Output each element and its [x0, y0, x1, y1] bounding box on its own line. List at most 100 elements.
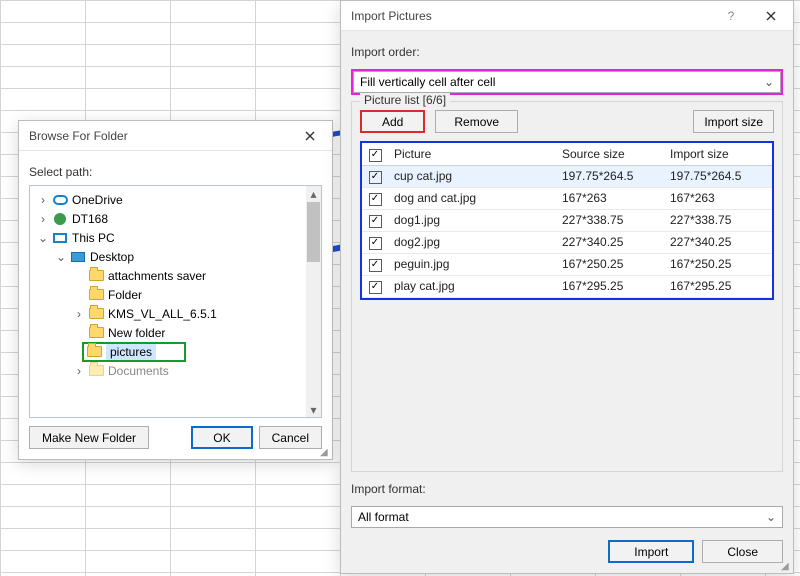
- tree-item-onedrive[interactable]: › OneDrive: [32, 190, 304, 209]
- select-all-checkbox[interactable]: ✓: [369, 149, 382, 162]
- row-checkbox[interactable]: ✓: [369, 237, 382, 250]
- folder-icon: [88, 268, 104, 284]
- col-picture[interactable]: Picture: [388, 143, 556, 165]
- chevron-right-icon: ›: [72, 307, 86, 321]
- tree-label: Desktop: [90, 250, 134, 264]
- row-checkbox[interactable]: ✓: [369, 171, 382, 184]
- tree-item-desktop[interactable]: ⌄ Desktop: [32, 247, 304, 266]
- tree-item-attachments-saver[interactable]: attachments saver: [32, 266, 304, 285]
- cell-picture: dog2.jpg: [388, 231, 556, 253]
- col-source[interactable]: Source size: [556, 143, 664, 165]
- dialog-title: Import Pictures: [351, 9, 432, 23]
- tree-item-documents[interactable]: › Documents: [32, 361, 304, 380]
- table-row[interactable]: ✓dog and cat.jpg167*263167*263: [362, 187, 772, 209]
- cell-import: 167*295.25: [664, 275, 772, 297]
- cell-source: 167*295.25: [556, 275, 664, 297]
- scroll-up-icon[interactable]: ▴: [310, 186, 316, 201]
- tree-label: pictures: [106, 344, 156, 360]
- tree-label: attachments saver: [108, 269, 206, 283]
- tree-item-dt168[interactable]: › DT168: [32, 209, 304, 228]
- chevron-down-icon: ⌄: [764, 75, 774, 89]
- picture-table: ✓ Picture Source size Import size ✓ cup c…: [360, 141, 774, 300]
- help-button[interactable]: ?: [713, 1, 749, 31]
- folder-icon: [88, 287, 104, 303]
- cell-import: 227*338.75: [664, 209, 772, 231]
- titlebar: Import Pictures ?: [341, 1, 793, 31]
- browse-for-folder-dialog: Browse For Folder Select path: › OneDriv…: [18, 120, 333, 460]
- close-dialog-button[interactable]: Close: [702, 540, 783, 563]
- import-order-label: Import order:: [351, 45, 783, 59]
- tree-item-this-pc[interactable]: ⌄ This PC: [32, 228, 304, 247]
- folder-tree: › OneDrive › DT168 ⌄ This PC ⌄ D: [29, 185, 322, 418]
- row-checkbox[interactable]: ✓: [369, 281, 382, 294]
- import-order-select[interactable]: Fill vertically cell after cell ⌄: [353, 71, 781, 93]
- select-value: Fill vertically cell after cell: [360, 75, 495, 89]
- table-row[interactable]: ✓dog1.jpg227*338.75227*338.75: [362, 209, 772, 231]
- remove-button[interactable]: Remove: [435, 110, 518, 133]
- make-new-folder-button[interactable]: Make New Folder: [29, 426, 149, 449]
- chevron-down-icon: ⌄: [36, 231, 50, 245]
- cell-picture: cup cat.jpg: [388, 165, 556, 187]
- cell-source: 167*250.25: [556, 253, 664, 275]
- tree-label: New folder: [108, 326, 165, 340]
- cancel-button[interactable]: Cancel: [259, 426, 322, 449]
- tree-label: Folder: [108, 288, 142, 302]
- table-row[interactable]: ✓peguin.jpg167*250.25167*250.25: [362, 253, 772, 275]
- chevron-down-icon: ⌄: [766, 510, 776, 524]
- close-icon: [305, 131, 315, 141]
- ok-button[interactable]: OK: [191, 426, 252, 449]
- user-icon: [52, 211, 68, 227]
- onedrive-icon: [52, 192, 68, 208]
- table-row[interactable]: ✓play cat.jpg167*295.25167*295.25: [362, 275, 772, 297]
- scroll-thumb[interactable]: [307, 202, 320, 262]
- col-import[interactable]: Import size: [664, 143, 772, 165]
- cell-import: 167*250.25: [664, 253, 772, 275]
- import-size-button[interactable]: Import size: [693, 110, 774, 133]
- tree-label: OneDrive: [72, 193, 123, 207]
- tree-label: DT168: [72, 212, 108, 226]
- chevron-right-icon: ›: [72, 364, 86, 378]
- tree-item-folder[interactable]: Folder: [32, 285, 304, 304]
- row-checkbox[interactable]: ✓: [369, 215, 382, 228]
- this-pc-icon: [52, 230, 68, 246]
- import-button[interactable]: Import: [608, 540, 694, 563]
- import-format-select[interactable]: All format ⌄: [351, 506, 783, 528]
- table-header: ✓ Picture Source size Import size: [362, 143, 772, 165]
- import-pictures-dialog: Import Pictures ? Import order: Fill ver…: [340, 0, 794, 574]
- import-format-label: Import format:: [351, 482, 783, 496]
- add-button[interactable]: Add: [360, 110, 425, 133]
- desktop-icon: [70, 249, 86, 265]
- tree-item-kms[interactable]: › KMS_VL_ALL_6.5.1: [32, 304, 304, 323]
- row-checkbox[interactable]: ✓: [369, 193, 382, 206]
- cell-import: 227*340.25: [664, 231, 772, 253]
- titlebar: Browse For Folder: [19, 121, 332, 151]
- tree-label: Documents: [108, 364, 169, 378]
- cell-picture: peguin.jpg: [388, 253, 556, 275]
- tree-item-pictures[interactable]: pictures: [32, 342, 304, 361]
- select-value: All format: [358, 510, 409, 524]
- tree-label: This PC: [72, 231, 115, 245]
- resize-grip-icon[interactable]: ◢: [781, 561, 791, 571]
- cell-picture: play cat.jpg: [388, 275, 556, 297]
- close-button[interactable]: [288, 121, 332, 151]
- folder-icon: [88, 325, 104, 341]
- scrollbar[interactable]: ▴ ▾: [306, 186, 321, 417]
- scroll-down-icon[interactable]: ▾: [310, 402, 316, 417]
- cell-source: 197.75*264.5: [556, 165, 664, 187]
- select-path-label: Select path:: [29, 165, 322, 179]
- row-checkbox[interactable]: ✓: [369, 259, 382, 272]
- folder-icon: [86, 344, 102, 360]
- cell-picture: dog and cat.jpg: [388, 187, 556, 209]
- chevron-right-icon: ›: [36, 193, 50, 207]
- close-button[interactable]: [749, 1, 793, 31]
- tree-label: KMS_VL_ALL_6.5.1: [108, 307, 217, 321]
- close-icon: [766, 11, 776, 21]
- cell-import: 167*263: [664, 187, 772, 209]
- tree-item-new-folder[interactable]: New folder: [32, 323, 304, 342]
- cell-picture: dog1.jpg: [388, 209, 556, 231]
- folder-icon: [88, 306, 104, 322]
- table-row[interactable]: ✓cup cat.jpg197.75*264.5197.75*264.5: [362, 165, 772, 187]
- table-row[interactable]: ✓dog2.jpg227*340.25227*340.25: [362, 231, 772, 253]
- chevron-right-icon: ›: [36, 212, 50, 226]
- resize-grip-icon[interactable]: ◢: [320, 447, 330, 457]
